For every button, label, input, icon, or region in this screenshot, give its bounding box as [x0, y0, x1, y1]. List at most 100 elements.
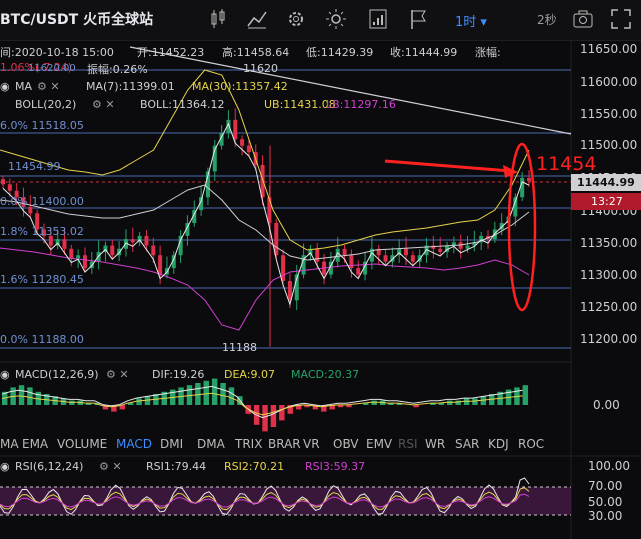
tab-dmi[interactable]: DMI	[160, 437, 183, 451]
rsi-band	[0, 487, 571, 515]
macd-bar	[279, 405, 285, 421]
candle-body	[144, 235, 149, 246]
current-price-tag: 11444.99	[571, 174, 641, 191]
fib-label: 11454.99	[8, 160, 61, 173]
candle-body	[151, 245, 156, 256]
boll-value: BOLL:11364.12	[140, 98, 225, 111]
fib-top-label: 11620.00	[28, 63, 76, 74]
tab-dma[interactable]: DMA	[197, 437, 225, 451]
macd-bar	[27, 387, 33, 405]
eye-icon[interactable]: ◉	[0, 460, 10, 473]
tab-sar[interactable]: SAR	[455, 437, 479, 451]
ohlc-high: 高:11458.64	[222, 46, 290, 59]
macd-bar	[346, 405, 352, 408]
candle-body	[315, 248, 320, 262]
candle-body	[465, 245, 470, 249]
tab-ma[interactable]: MA	[0, 437, 19, 451]
boll-label: BOLL(20,2)	[15, 98, 77, 111]
tab-emv[interactable]: EMV	[366, 437, 392, 451]
rsi-label: RSI(6,12,24)	[15, 460, 84, 473]
macd-bar	[228, 387, 235, 405]
candle-body	[527, 177, 531, 182]
candle-body	[520, 177, 525, 198]
candle-body	[82, 255, 87, 269]
high-marker: 11620	[243, 62, 278, 75]
tab-vr[interactable]: VR	[303, 437, 320, 451]
macd-bar	[447, 400, 453, 405]
rsi-settings-icon[interactable]: ⚙ ✕	[99, 460, 122, 473]
ma30-value: MA(30):11357.42	[192, 80, 288, 93]
macd-bar	[262, 405, 268, 432]
ohlc-change: 涨幅:	[475, 46, 501, 59]
eye-icon[interactable]: ◉	[0, 368, 10, 381]
boll-settings-icon[interactable]: ⚙ ✕	[92, 98, 115, 111]
fib-label: 1.8% 11353.02	[0, 225, 84, 238]
candle-body	[62, 239, 67, 249]
settings-icon[interactable]: ⚙ ✕	[37, 80, 60, 93]
rsi-axis-label: 30.00	[588, 509, 623, 523]
candle-body	[246, 145, 251, 153]
macd-dif: DIF:19.26	[152, 368, 205, 381]
macd-bar	[203, 380, 209, 405]
candle-body	[233, 119, 238, 140]
price-axis-label: 11200.00	[580, 332, 638, 346]
ma7-value: MA(7):11399.01	[86, 80, 175, 93]
macd-axis-label: 0.00	[593, 398, 620, 412]
macd-settings-icon[interactable]: ⚙ ✕	[106, 368, 129, 381]
price-axis-label: 11250.00	[580, 300, 638, 314]
ohlc-time: 间:2020-10-18 15:00	[0, 46, 114, 59]
rsi2-value: RSI2:70.21	[224, 460, 285, 473]
tab-trix[interactable]: TRIX	[235, 437, 262, 451]
fib-label: 0.0% 11188.00	[0, 333, 84, 346]
tab-volume[interactable]: VOLUME	[57, 437, 107, 451]
candle-body	[110, 245, 115, 256]
macd-bar	[522, 385, 529, 405]
candle-body	[1, 179, 5, 185]
low-marker: 11188	[222, 341, 257, 354]
macd-bar	[270, 405, 277, 427]
rsi1-value: RSI1:79.44	[146, 460, 207, 473]
tab-ema[interactable]: EMA	[22, 437, 48, 451]
macd-bar	[413, 405, 419, 408]
ohlc-open: 开:11452.23	[137, 46, 205, 59]
macd-dea: DEA:9.07	[224, 368, 275, 381]
rsi-axis-label: 70.00	[588, 479, 623, 493]
ohlc-amplitude: 振幅:0.26%	[87, 63, 148, 76]
candle-body	[349, 255, 354, 269]
tab-macd[interactable]: MACD	[116, 437, 152, 451]
macd-bar	[18, 385, 25, 405]
rsi3-value: RSI3:59.37	[305, 460, 366, 473]
price-axis-label: 11650.00	[580, 42, 638, 56]
candle-body	[76, 255, 81, 259]
candle-body	[158, 255, 163, 275]
fib-label: 6.0% 11518.05	[0, 119, 84, 132]
candle-body	[69, 248, 74, 259]
macd-label: MACD(12,26,9)	[15, 368, 99, 381]
candle-body	[7, 184, 12, 191]
ohlc-low: 低:11429.39	[306, 46, 374, 59]
boll-lb: LB:11297.16	[326, 98, 396, 111]
tab-wr[interactable]: WR	[425, 437, 445, 451]
macd-bar	[211, 378, 218, 405]
tab-brar[interactable]: BRAR	[268, 437, 301, 451]
candle-body	[130, 239, 135, 243]
annotation-arrow	[384, 159, 511, 173]
countdown-tag: 13:27	[571, 193, 641, 210]
tab-roc[interactable]: ROC	[518, 437, 544, 451]
candle-body	[178, 235, 183, 256]
ohlc-close: 收:11444.99	[390, 46, 458, 59]
tab-rsi[interactable]: RSI	[398, 437, 418, 451]
macd-bar	[371, 400, 377, 405]
macd-bar	[220, 383, 226, 405]
tab-obv[interactable]: OBV	[333, 437, 359, 451]
candle-body	[410, 255, 415, 262]
candle-body	[281, 255, 286, 281]
candle-body	[356, 268, 361, 275]
tab-kdj[interactable]: KDJ	[488, 437, 509, 451]
candle-body	[342, 248, 347, 256]
candle-body	[267, 197, 272, 223]
macd-value: MACD:20.37	[291, 368, 360, 381]
indicator-tabs: MA EMA VOLUME MACD DMI DMA TRIX BRAR VR OBV EMV RSI…	[0, 437, 641, 455]
candle-body	[383, 255, 388, 262]
eye-icon[interactable]: ◉	[0, 80, 10, 93]
